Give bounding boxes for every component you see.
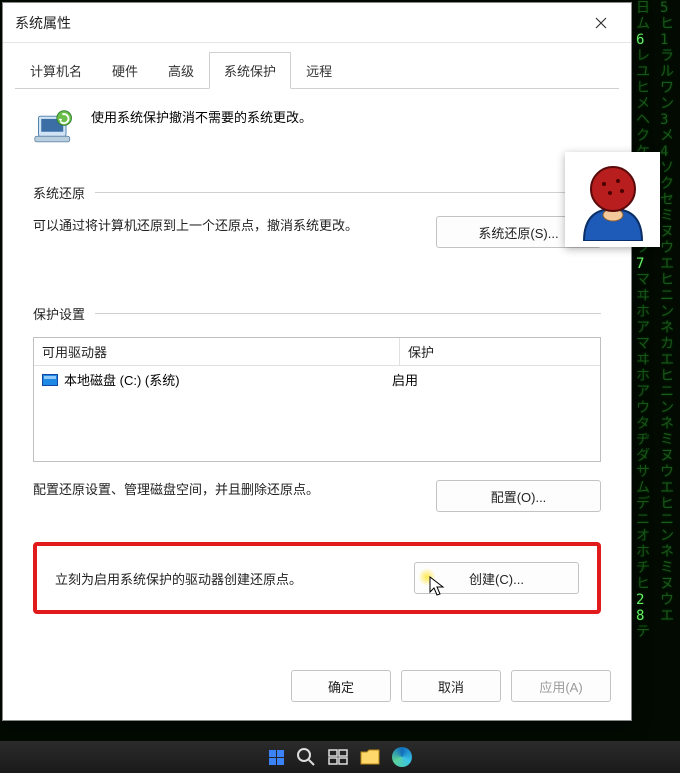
tab-hardware[interactable]: 硬件 (97, 52, 153, 89)
create-button[interactable]: 创建(C)... (414, 562, 579, 594)
edge-icon[interactable] (392, 747, 412, 767)
avatar-icon (574, 159, 652, 241)
matrix-column: 5ヒ1ラルワン3メ4ソクセミヌウエヒニンネカエヒニンネミヌウエヒニンネミヌウエ (660, 0, 674, 624)
section-system-restore: 系统还原 (33, 183, 601, 202)
taskbar[interactable] (0, 741, 680, 773)
system-protection-icon (33, 107, 77, 151)
configure-button[interactable]: 配置(O)... (436, 480, 601, 512)
tab-advanced[interactable]: 高级 (153, 52, 209, 89)
task-view-icon[interactable] (328, 747, 348, 767)
explorer-icon[interactable] (360, 747, 380, 767)
system-properties-dialog: 系统属性 计算机名 硬件 高级 系统保护 远程 使用系统保护 (2, 2, 632, 721)
create-desc: 立刻为启用系统保护的驱动器创建还原点。 (55, 569, 394, 588)
section-protection-settings: 保护设置 (33, 304, 601, 323)
drive-status: 启用 (392, 370, 592, 389)
col-protection[interactable]: 保护 (400, 338, 600, 365)
intro-text: 使用系统保护撤消不需要的系统更改。 (91, 107, 312, 151)
section-divider (95, 313, 601, 314)
restore-desc: 可以通过将计算机还原到上一个还原点，撤消系统更改。 (33, 216, 416, 237)
restore-row: 可以通过将计算机还原到上一个还原点，撤消系统更改。 系统还原(S)... (33, 216, 601, 248)
drive-icon (42, 374, 58, 386)
titlebar: 系统属性 (3, 3, 631, 43)
dialog-title: 系统属性 (15, 13, 583, 33)
ok-button[interactable]: 确定 (291, 670, 391, 702)
drives-table[interactable]: 可用驱动器 保护 本地磁盘 (C:) (系统) 启用 (33, 337, 601, 462)
search-icon[interactable] (296, 747, 316, 767)
drive-name: 本地磁盘 (C:) (系统) (64, 370, 180, 389)
tab-computer-name[interactable]: 计算机名 (15, 52, 97, 89)
tab-strip: 计算机名 硬件 高级 系统保护 远程 (15, 51, 619, 89)
start-icon[interactable] (269, 750, 284, 765)
apply-button[interactable]: 应用(A) (511, 670, 611, 702)
section-heading: 系统还原 (33, 183, 85, 202)
intro-row: 使用系统保护撤消不需要的系统更改。 (33, 107, 601, 151)
avatar-overlay (565, 152, 660, 247)
section-divider (95, 192, 601, 193)
tab-remote[interactable]: 远程 (291, 52, 347, 89)
tab-content: 使用系统保护撤消不需要的系统更改。 系统还原 可以通过将计算机还原到上一个还原点… (15, 89, 619, 628)
close-button[interactable] (583, 8, 619, 38)
section-heading: 保护设置 (33, 304, 85, 323)
cancel-button[interactable]: 取消 (401, 670, 501, 702)
close-icon (595, 17, 607, 29)
table-row[interactable]: 本地磁盘 (C:) (系统) 启用 (34, 366, 600, 393)
matrix-column: 日ム6レユヒメヘクケケ8ニキエツ7マヰホアマヰホアウタヂダサムデニオホチヒ28テ (636, 0, 650, 640)
dialog-body: 计算机名 硬件 高级 系统保护 远程 使用系统保护撤消不需要的系统更改。 系统还… (3, 43, 631, 656)
configure-row: 配置还原设置、管理磁盘空间，并且删除还原点。 配置(O)... (33, 480, 601, 512)
dialog-footer: 确定 取消 应用(A) (3, 656, 631, 720)
create-restore-point-highlight: 立刻为启用系统保护的驱动器创建还原点。 创建(C)... (33, 542, 601, 614)
col-available-drives[interactable]: 可用驱动器 (34, 338, 400, 365)
table-header: 可用驱动器 保护 (34, 338, 600, 366)
tab-system-protection[interactable]: 系统保护 (209, 52, 291, 89)
configure-desc: 配置还原设置、管理磁盘空间，并且删除还原点。 (33, 480, 416, 501)
